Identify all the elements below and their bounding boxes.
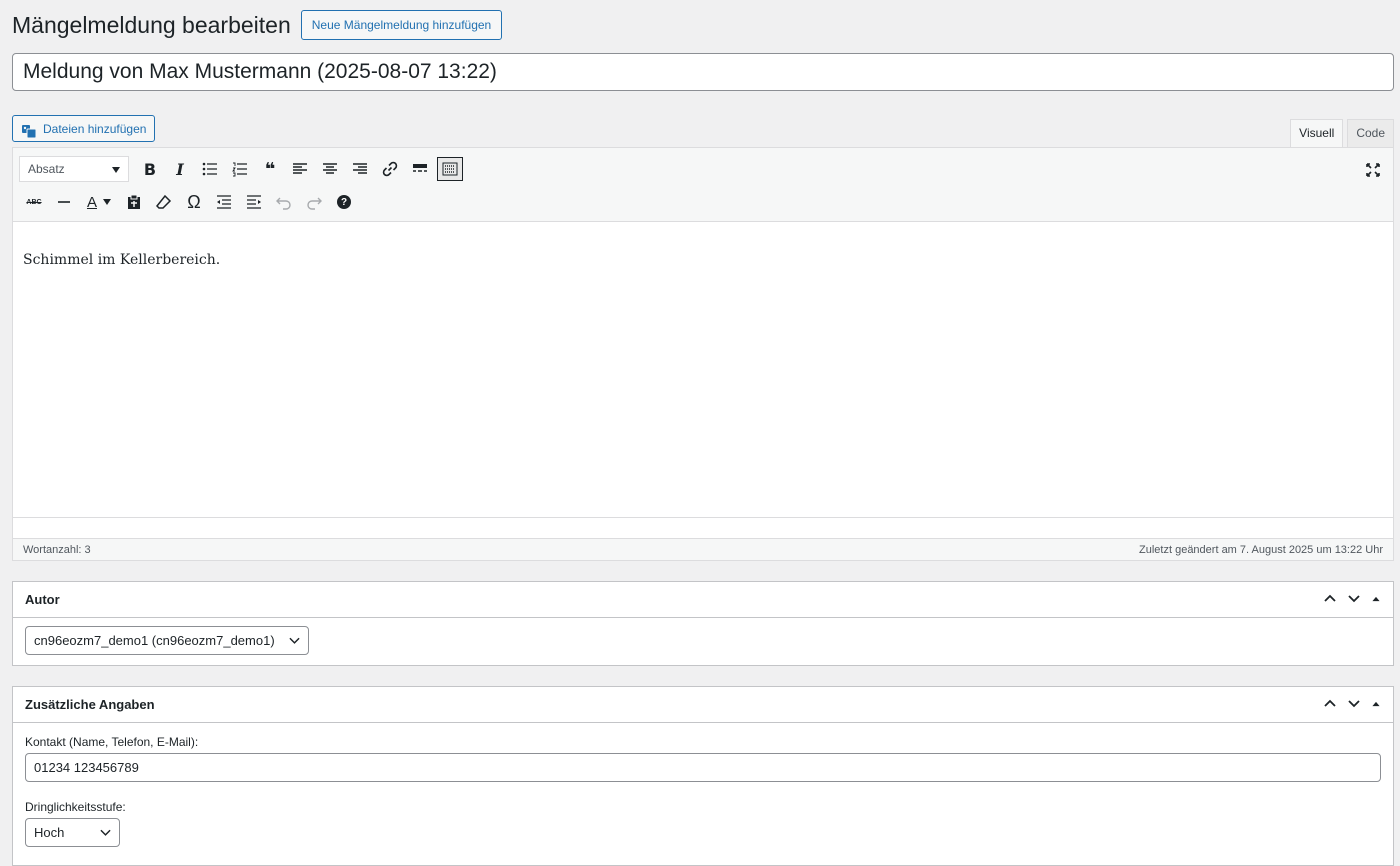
word-count: Wortanzahl: 3 — [23, 543, 91, 556]
tab-code[interactable]: Code — [1347, 119, 1394, 148]
contact-label: Kontakt (Name, Telefon, E-Mail): — [25, 735, 199, 749]
add-new-report-button[interactable]: Neue Mängelmeldung hinzufügen — [300, 10, 503, 40]
page-header: Mängelmeldung bearbeiten Neue Mängelmeld… — [12, 10, 503, 40]
author-select[interactable]: cn96eozm7_demo1 (cn96eozm7_demo1) — [25, 626, 309, 655]
outdent-icon[interactable] — [209, 187, 239, 217]
content-editor: Absatz B I ❝ ABC A Ω ? Schimmel im Kelle… — [12, 147, 1394, 561]
author-select-value: cn96eozm7_demo1 (cn96eozm7_demo1) — [34, 633, 275, 648]
move-down-icon[interactable] — [1347, 696, 1361, 713]
paste-text-icon[interactable] — [119, 187, 149, 217]
format-select[interactable]: Absatz — [19, 156, 129, 182]
editor-content[interactable]: Schimmel im Kellerbereich. — [13, 222, 1393, 518]
italic-icon[interactable]: I — [165, 154, 195, 184]
special-character-icon[interactable]: Ω — [179, 187, 209, 217]
blockquote-icon[interactable]: ❝ — [255, 154, 285, 184]
redo-icon[interactable] — [299, 187, 329, 217]
move-up-icon[interactable] — [1323, 696, 1337, 713]
additional-info-controls — [1323, 696, 1381, 713]
toolbar-toggle-icon[interactable] — [437, 157, 463, 181]
align-right-icon[interactable] — [345, 154, 375, 184]
toolbar-row-1: Absatz B I ❝ — [19, 154, 465, 184]
author-box-controls — [1323, 591, 1381, 608]
help-glyph: ? — [340, 196, 348, 208]
chevron-down-icon — [289, 633, 300, 648]
move-down-icon[interactable] — [1347, 591, 1361, 608]
additional-info-title: Zusätzliche Angaben — [25, 697, 155, 712]
post-title-input[interactable] — [12, 53, 1394, 91]
author-box: Autor cn96eozm7_demo1 (cn96eozm7_demo1) — [12, 581, 1394, 666]
page-title: Mängelmeldung bearbeiten — [12, 12, 291, 38]
bullet-list-icon[interactable] — [195, 154, 225, 184]
strikethrough-icon[interactable]: ABC — [19, 187, 49, 217]
urgency-select[interactable]: Hoch — [25, 818, 120, 847]
editor-status-bar: Wortanzahl: 3 Zuletzt geändert am 7. Aug… — [13, 538, 1393, 560]
contact-input[interactable] — [25, 753, 1381, 782]
add-files-label: Dateien hinzufügen — [43, 121, 147, 136]
help-glyph-wrap: ? — [337, 195, 351, 209]
urgency-select-value: Hoch — [34, 825, 65, 840]
read-more-icon[interactable] — [405, 154, 435, 184]
tab-visual[interactable]: Visuell — [1290, 119, 1344, 149]
text-color-icon[interactable]: A — [79, 187, 119, 217]
strikethrough-label: ABC — [26, 198, 42, 206]
move-up-icon[interactable] — [1323, 591, 1337, 608]
align-center-icon[interactable] — [315, 154, 345, 184]
fullscreen-icon[interactable] — [1361, 158, 1385, 182]
collapse-toggle-icon[interactable] — [1371, 593, 1381, 607]
indent-icon[interactable] — [239, 187, 269, 217]
help-icon[interactable]: ? — [329, 187, 359, 217]
editor-tabs: Visuell Code — [1290, 119, 1394, 149]
author-box-header: Autor — [13, 582, 1393, 618]
additional-info-box: Zusätzliche Angaben Kontakt (Name, Telef… — [12, 686, 1394, 866]
toolbar-row-2: ABC A Ω ? — [19, 187, 359, 217]
media-add-icon — [21, 121, 37, 138]
urgency-label: Dringlichkeitsstufe: — [25, 800, 126, 814]
format-select-value: Absatz — [28, 162, 65, 176]
bold-icon[interactable]: B — [135, 154, 165, 184]
author-box-title: Autor — [25, 592, 60, 607]
editor-toolbar: Absatz B I ❝ ABC A Ω ? — [13, 148, 1393, 222]
chevron-down-icon — [100, 825, 111, 840]
add-files-button[interactable]: Dateien hinzufügen — [12, 115, 156, 142]
clear-formatting-icon[interactable] — [149, 187, 179, 217]
content-paragraph: Schimmel im Kellerbereich. — [23, 252, 221, 268]
undo-icon[interactable] — [269, 187, 299, 217]
align-left-icon[interactable] — [285, 154, 315, 184]
link-icon[interactable] — [375, 154, 405, 184]
additional-info-header: Zusätzliche Angaben — [13, 687, 1393, 723]
last-modified: Zuletzt geändert am 7. August 2025 um 13… — [1139, 543, 1383, 556]
caret-down-icon — [112, 162, 120, 176]
numbered-list-icon[interactable] — [225, 154, 255, 184]
collapse-toggle-icon[interactable] — [1371, 698, 1381, 712]
horizontal-line-icon[interactable] — [49, 187, 79, 217]
text-color-letter: A — [86, 193, 97, 211]
